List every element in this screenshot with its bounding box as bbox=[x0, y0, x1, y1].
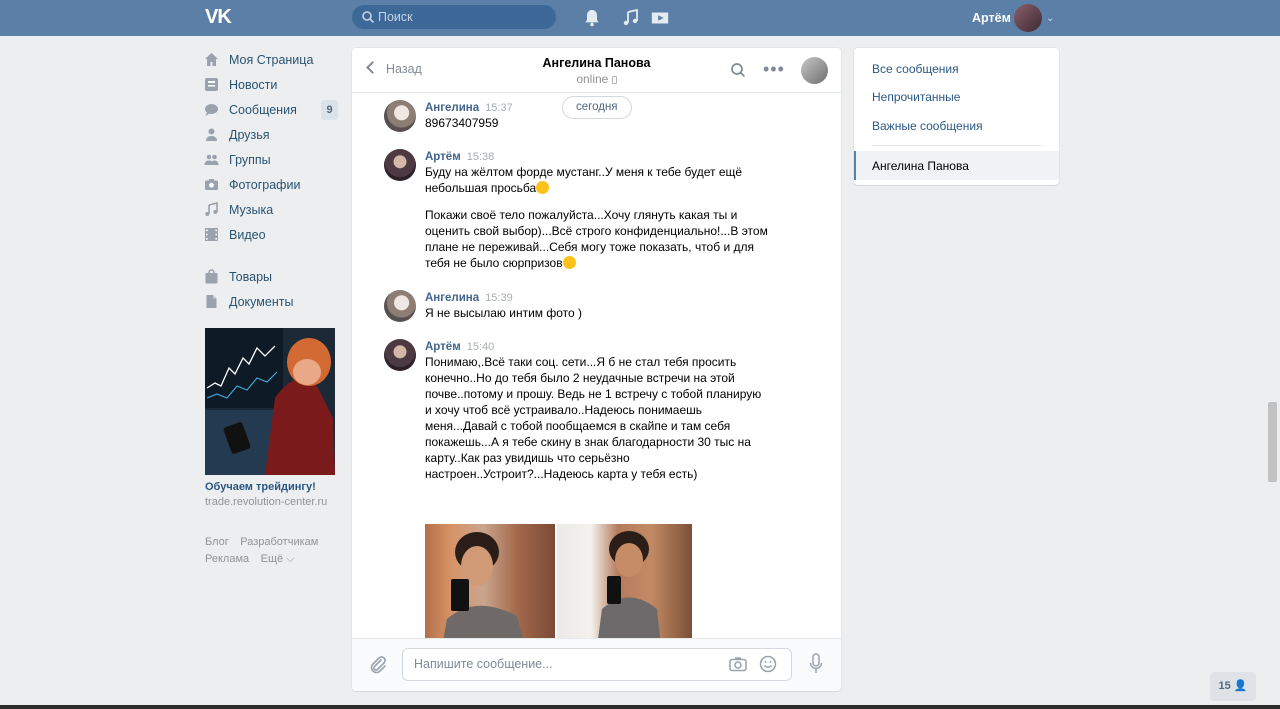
person-icon: 👤 bbox=[1233, 680, 1248, 692]
filter-unread[interactable]: Непрочитанные bbox=[872, 90, 960, 104]
peer-avatar[interactable] bbox=[801, 57, 828, 84]
footer-link-blog[interactable]: Блог bbox=[205, 534, 229, 551]
message-placeholder: Напишите сообщение... bbox=[414, 657, 553, 671]
search-icon bbox=[362, 11, 375, 24]
author-name[interactable]: Ангелина bbox=[425, 292, 479, 304]
chat-icon bbox=[205, 104, 218, 116]
ad-image[interactable] bbox=[205, 328, 335, 475]
os-taskbar bbox=[0, 705, 1280, 709]
message: Артём 15:38 Буду на жёлтом форде мустанг.… bbox=[384, 149, 824, 279]
sidebar-item-friends[interactable]: Друзья bbox=[204, 123, 339, 148]
author-name[interactable]: Артём bbox=[425, 151, 461, 163]
music-icon bbox=[205, 202, 218, 216]
microphone-icon[interactable] bbox=[809, 653, 823, 675]
message-input[interactable]: Напишите сообщение... bbox=[402, 648, 792, 681]
user-name: Артём bbox=[972, 11, 1011, 25]
sidebar-item-groups[interactable]: Группы bbox=[204, 148, 339, 173]
bag-icon bbox=[205, 269, 218, 284]
author-name[interactable]: Артём bbox=[425, 341, 461, 353]
messages-filter-panel: Все сообщения Непрочитанные Важные сообщ… bbox=[854, 48, 1059, 185]
photo-attachments bbox=[425, 524, 692, 638]
message: Ангелина 15:39 Я не высылаю интим фото ) bbox=[384, 290, 824, 324]
sidebar-item-messages[interactable]: Сообщения 9 bbox=[204, 98, 339, 123]
message-text: Буду на жёлтом форде мустанг..У меня к т… bbox=[425, 165, 768, 270]
sidebar-item-photos[interactable]: Фотографии bbox=[204, 173, 339, 198]
author-name[interactable]: Ангелина bbox=[425, 102, 479, 114]
unread-count-badge: 9 bbox=[321, 100, 338, 120]
avatar[interactable] bbox=[384, 290, 416, 322]
smile-icon[interactable] bbox=[759, 655, 777, 673]
paperclip-icon[interactable] bbox=[369, 655, 387, 675]
search-placeholder: Поиск bbox=[378, 10, 413, 24]
timestamp: 15:40 bbox=[466, 341, 495, 353]
chat-window: Назад Ангелина Панова online ••• сегодня… bbox=[352, 48, 841, 691]
page-scrollbar[interactable] bbox=[1268, 402, 1277, 482]
news-icon bbox=[205, 78, 218, 91]
date-divider[interactable]: сегодня bbox=[562, 96, 632, 119]
vk-logo[interactable]: VK bbox=[205, 6, 236, 28]
emoji-icon bbox=[536, 181, 550, 194]
avatar[interactable] bbox=[384, 149, 416, 181]
chat-header: Назад Ангелина Панова online ••• bbox=[352, 48, 841, 93]
film-icon bbox=[205, 228, 218, 241]
footer-links: Блог Разработчикам Реклама Ещё ⌵ bbox=[205, 534, 340, 568]
sidebar-item-documents[interactable]: Документы bbox=[204, 290, 339, 315]
document-icon bbox=[206, 295, 217, 308]
footer-link-more[interactable]: Ещё ⌵ bbox=[261, 551, 295, 568]
photo-attachment[interactable] bbox=[557, 524, 692, 638]
person-icon bbox=[206, 128, 217, 141]
emoji-icon bbox=[562, 256, 576, 269]
filter-important[interactable]: Важные сообщения bbox=[872, 119, 983, 133]
footer-link-developers[interactable]: Разработчикам bbox=[240, 534, 318, 551]
message-text: Я не высылаю интим фото ) bbox=[425, 306, 583, 320]
message-composer: Напишите сообщение... bbox=[352, 638, 841, 691]
mobile-icon bbox=[611, 76, 617, 84]
ad-url: trade.revolution-center.ru bbox=[205, 496, 328, 508]
play-icon[interactable] bbox=[650, 8, 670, 28]
camera-icon[interactable] bbox=[729, 656, 747, 672]
message-history: сегодня Ангелина 15:37 89673407959 Артём 1… bbox=[352, 93, 841, 638]
sidebar-item-my-page[interactable]: Моя Страница bbox=[204, 48, 339, 73]
online-friends-counter[interactable]: 15 👤 bbox=[1210, 672, 1256, 701]
sidebar-item-goods[interactable]: Товары bbox=[204, 265, 339, 290]
photo-attachment[interactable] bbox=[425, 524, 555, 638]
avatar[interactable] bbox=[384, 339, 416, 371]
active-conversation[interactable]: Ангелина Панова bbox=[854, 151, 1059, 180]
search-icon[interactable] bbox=[730, 62, 746, 78]
timestamp: 15:37 bbox=[485, 102, 513, 114]
top-bar: VK Поиск Артём ⌄ bbox=[0, 0, 1280, 36]
ad-title[interactable]: Обучаем трейдингу! bbox=[205, 481, 316, 493]
footer-link-ads[interactable]: Реклама bbox=[205, 551, 249, 568]
message-text: Понимаю,.Всё таки соц. сети...Я б не ста… bbox=[425, 355, 762, 481]
avatar[interactable] bbox=[384, 100, 416, 132]
timestamp: 15:38 bbox=[466, 151, 495, 163]
timestamp: 15:39 bbox=[485, 292, 513, 304]
avatar bbox=[1014, 4, 1042, 32]
bell-icon[interactable] bbox=[582, 8, 602, 28]
music-note-icon[interactable] bbox=[621, 8, 641, 28]
sidebar-item-music[interactable]: Музыка bbox=[204, 198, 339, 223]
sidebar-item-video[interactable]: Видео bbox=[204, 223, 339, 248]
camera-icon bbox=[205, 179, 218, 190]
home-icon bbox=[205, 53, 218, 66]
filter-all-messages[interactable]: Все сообщения bbox=[872, 62, 959, 76]
nav-divider bbox=[204, 248, 339, 265]
left-nav: Моя Страница Новости Сообщения 9 Друзья … bbox=[204, 48, 339, 315]
divider bbox=[872, 145, 1044, 146]
sidebar-item-news[interactable]: Новости bbox=[204, 73, 339, 98]
chevron-down-icon: ⌄ bbox=[1046, 13, 1055, 24]
more-icon[interactable]: ••• bbox=[763, 60, 785, 78]
search-field[interactable]: Поиск bbox=[352, 5, 556, 29]
group-icon bbox=[204, 154, 219, 165]
